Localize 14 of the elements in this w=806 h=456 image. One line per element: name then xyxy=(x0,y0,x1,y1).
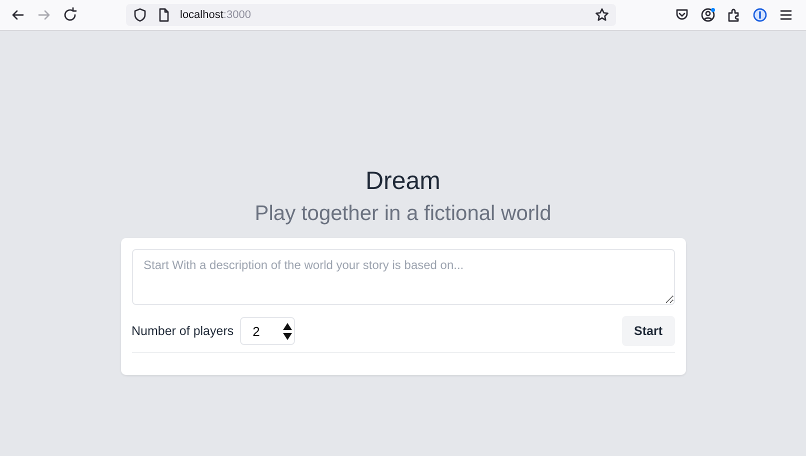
account-icon[interactable] xyxy=(700,7,716,23)
reload-icon[interactable] xyxy=(62,7,78,23)
decrement-icon[interactable] xyxy=(282,332,292,340)
start-button[interactable]: Start xyxy=(622,316,674,346)
story-input-field[interactable]: Start With a description of the world your story is based on... xyxy=(132,249,674,305)
increment-icon[interactable] xyxy=(282,322,292,330)
players-label: Number of players xyxy=(132,324,234,338)
star-icon[interactable] xyxy=(594,7,610,23)
shield-icon xyxy=(132,7,148,23)
password-manager-icon[interactable] xyxy=(752,7,768,23)
number-field[interactable]: 2 xyxy=(240,317,295,345)
number-input[interactable]: 2 xyxy=(240,324,283,338)
app-title: Dream xyxy=(365,167,440,197)
app-subtitle: Play together in a fictional world xyxy=(254,202,552,226)
